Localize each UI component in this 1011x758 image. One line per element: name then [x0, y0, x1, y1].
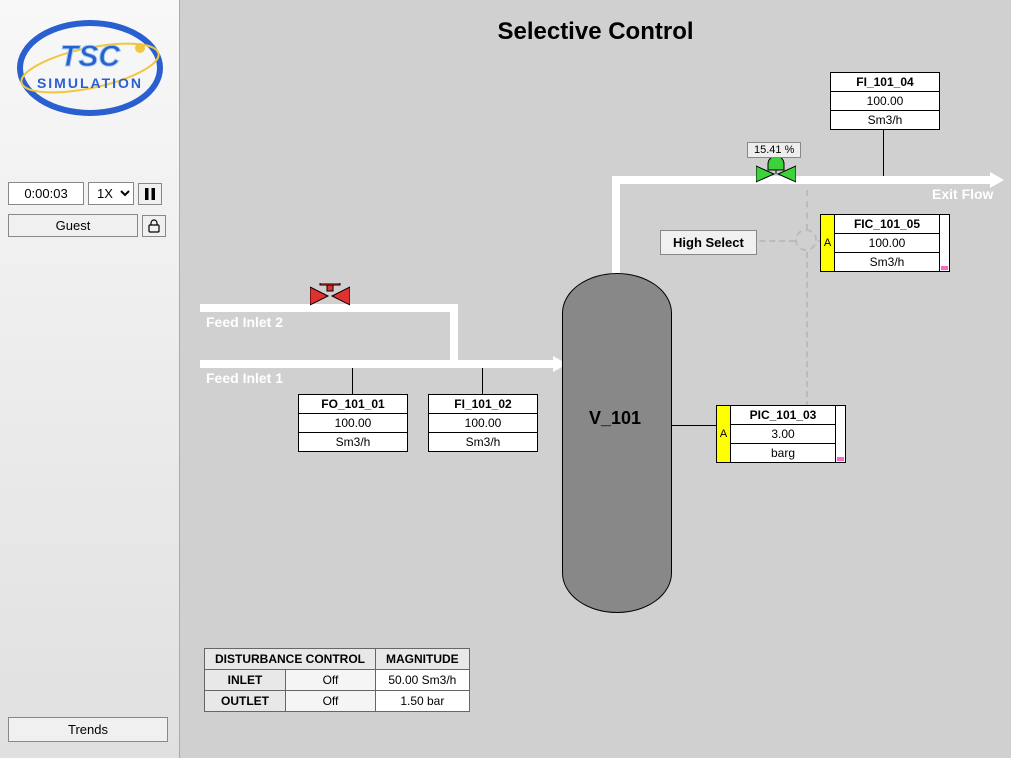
- tag-value: 100.00: [429, 414, 537, 433]
- tag-line-fi2: [482, 368, 483, 396]
- tag-name: FI_101_04: [831, 73, 939, 92]
- tag-line-fo: [352, 368, 353, 396]
- magnitude-header: MAGNITUDE: [376, 649, 470, 670]
- lock-button[interactable]: [142, 215, 166, 237]
- tag-unit: barg: [731, 444, 835, 462]
- diagram-canvas: Selective Control Feed Inlet 2 Feed Inle…: [180, 0, 1011, 758]
- lock-icon: [148, 219, 160, 233]
- tag-unit: Sm3/h: [831, 111, 939, 129]
- tag-value: 100.00: [299, 414, 407, 433]
- selector-junction: [795, 229, 817, 251]
- inlet-state-button[interactable]: Off: [286, 670, 376, 691]
- dashed-valve-down: [806, 190, 808, 230]
- controller-bar: [939, 215, 949, 271]
- valve-pct-readout: 15.41 %: [747, 142, 801, 158]
- tag-unit: Sm3/h: [299, 433, 407, 451]
- tag-value: 100.00: [835, 234, 939, 253]
- tag-name: FO_101_01: [299, 395, 407, 414]
- user-button[interactable]: Guest: [8, 214, 138, 237]
- page-title: Selective Control: [180, 18, 1011, 46]
- feed1-label: Feed Inlet 1: [206, 370, 283, 386]
- tag-unit: Sm3/h: [835, 253, 939, 271]
- tag-name: FIC_101_05: [835, 215, 939, 234]
- controller-mode: A: [717, 406, 731, 462]
- controller-mode: A: [821, 215, 835, 271]
- control-valve[interactable]: [756, 158, 796, 190]
- tag-line-pic: [672, 425, 718, 426]
- vessel-v101: [562, 273, 672, 613]
- svg-text:SIMULATION: SIMULATION: [37, 75, 143, 91]
- hand-valve[interactable]: [310, 283, 350, 309]
- inlet-magnitude: 50.00 Sm3/h: [376, 670, 470, 691]
- vessel-label: V_101: [560, 408, 670, 429]
- tag-name: FI_101_02: [429, 395, 537, 414]
- tag-pic-101-03[interactable]: A PIC_101_03 3.00 barg: [716, 405, 846, 463]
- tag-name: PIC_101_03: [731, 406, 835, 425]
- pipe-exit-vert: [612, 176, 620, 276]
- outlet-state-button[interactable]: Off: [286, 691, 376, 712]
- sidebar: TSC SIMULATION 0:00:03 1X Guest Trends: [0, 0, 180, 758]
- inlet-label: INLET: [205, 670, 286, 691]
- outlet-magnitude: 1.50 bar: [376, 691, 470, 712]
- tag-fic-101-05[interactable]: A FIC_101_05 100.00 Sm3/h: [820, 214, 950, 272]
- speed-select[interactable]: 1X: [88, 182, 134, 205]
- dashed-down-to-pic: [806, 252, 808, 407]
- pause-button[interactable]: [138, 183, 162, 205]
- tag-fi-101-02[interactable]: FI_101_02 100.00 Sm3/h: [428, 394, 538, 452]
- disturbance-table: DISTURBANCE CONTROL MAGNITUDE INLET Off …: [204, 648, 470, 712]
- tag-fo-101-01[interactable]: FO_101_01 100.00 Sm3/h: [298, 394, 408, 452]
- sim-time: 0:00:03: [8, 182, 84, 205]
- tag-value: 100.00: [831, 92, 939, 111]
- controller-bar: [835, 406, 845, 462]
- disturbance-header: DISTURBANCE CONTROL: [205, 649, 376, 670]
- outlet-label: OUTLET: [205, 691, 286, 712]
- feed2-label: Feed Inlet 2: [206, 314, 283, 330]
- high-select-button[interactable]: High Select: [660, 230, 757, 255]
- svg-text:TSC: TSC: [60, 40, 121, 73]
- pipe-exit-horiz: [612, 176, 992, 184]
- pipe-feed1: [200, 360, 555, 368]
- tag-value: 3.00: [731, 425, 835, 444]
- trends-button[interactable]: Trends: [8, 717, 168, 742]
- pipe-feed2-drop: [450, 304, 458, 364]
- exit-label: Exit Flow: [932, 186, 993, 202]
- tag-fi-101-04[interactable]: FI_101_04 100.00 Sm3/h: [830, 72, 940, 130]
- tag-unit: Sm3/h: [429, 433, 537, 451]
- tsc-logo: TSC SIMULATION: [10, 8, 170, 128]
- pause-icon: [145, 188, 155, 200]
